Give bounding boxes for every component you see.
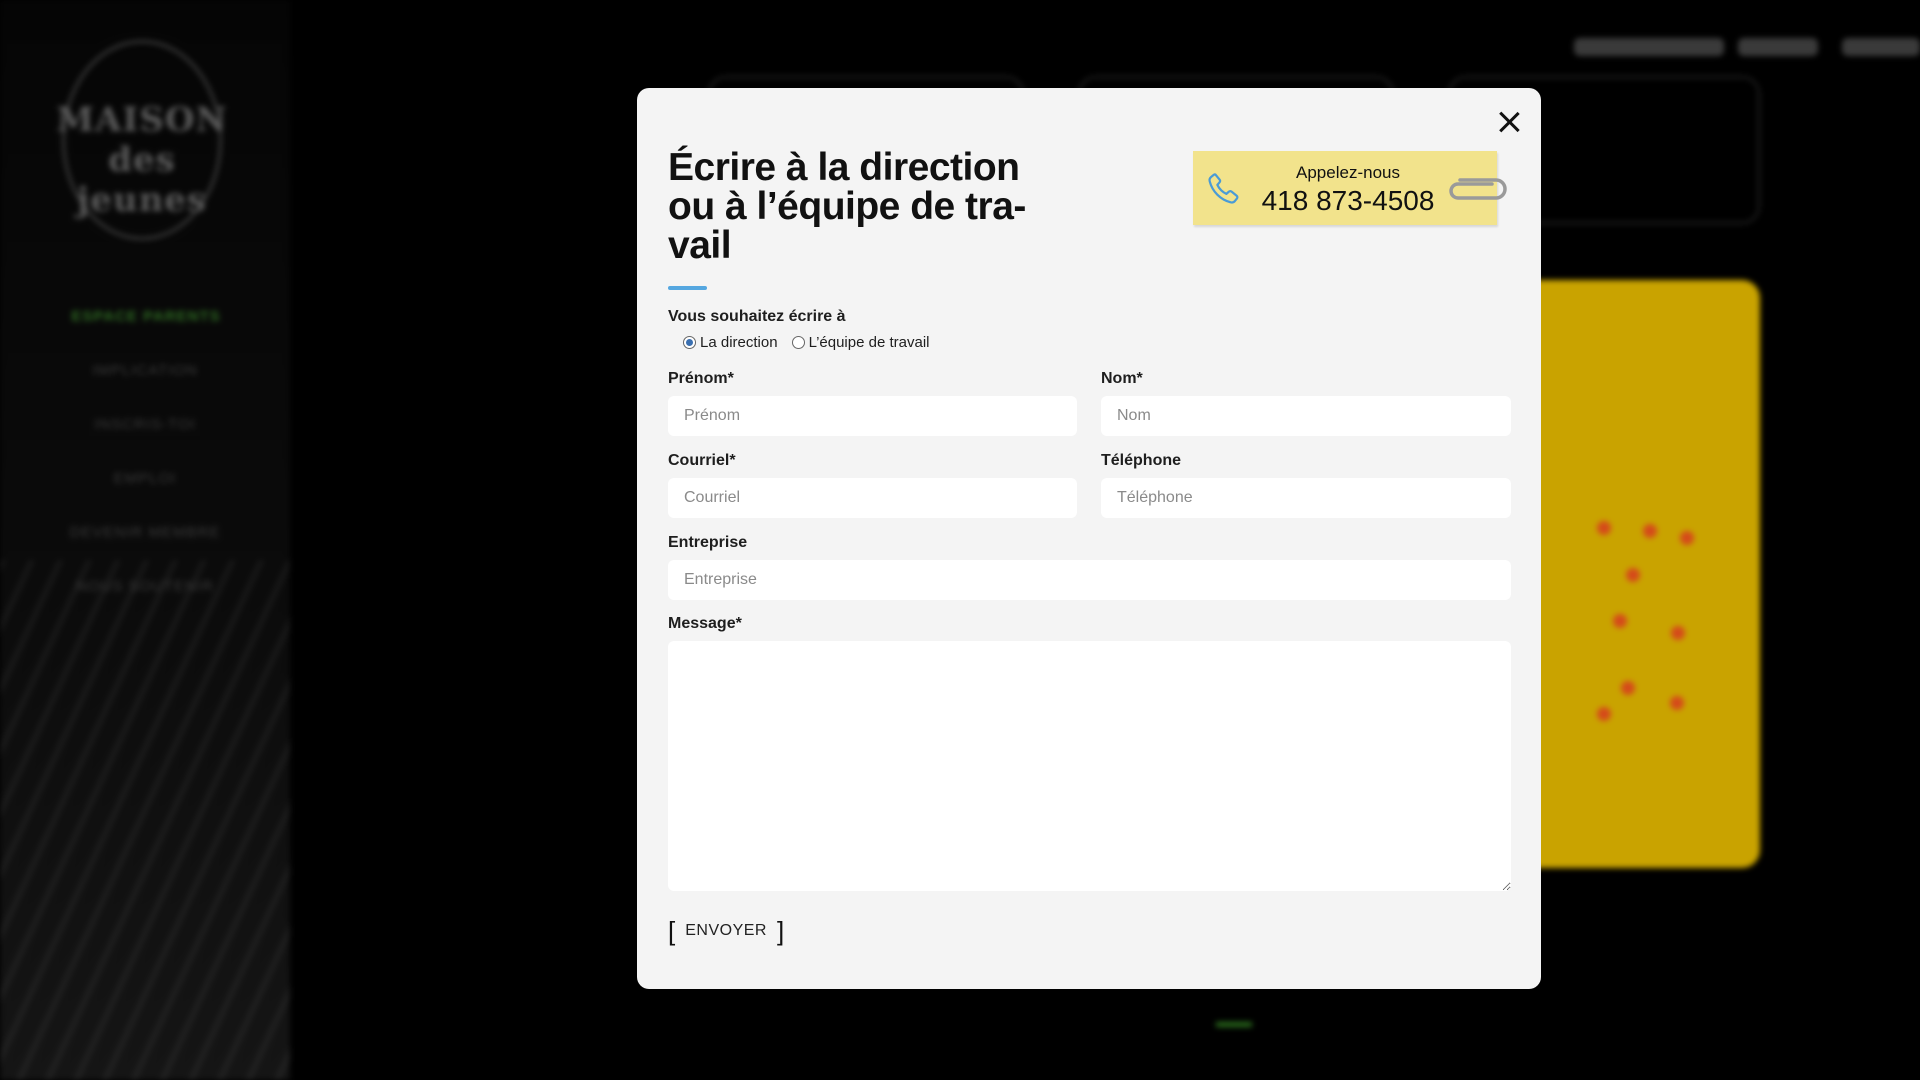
radio-label: La direction xyxy=(700,333,778,351)
phone-input[interactable] xyxy=(1101,478,1511,518)
radio-button[interactable] xyxy=(683,335,696,349)
top-link[interactable] xyxy=(1574,38,1724,56)
last-name-label: Nom* xyxy=(1101,370,1143,387)
phone-label: Appelez-nous xyxy=(1296,163,1400,182)
map-dot xyxy=(1670,696,1684,710)
sidebar-item[interactable]: EMPLOI xyxy=(0,470,290,524)
phone-icon xyxy=(1208,173,1239,204)
close-icon[interactable] xyxy=(1493,106,1525,138)
title-accent-bar xyxy=(668,286,707,290)
sidebar-nav: IMPLICATION INSCRIS-TOI EMPLOI DEVENIR M… xyxy=(0,362,290,632)
map-dot xyxy=(1621,681,1635,695)
recipient-label: Vous souhaitez écrire à xyxy=(668,308,846,325)
sidebar-item[interactable]: NOUS SOUTENIR xyxy=(0,578,290,632)
first-name-label: Prénom* xyxy=(668,370,734,387)
phone-field-label: Téléphone xyxy=(1101,452,1182,469)
bracket-left-icon: [ xyxy=(668,916,676,946)
email-input[interactable] xyxy=(668,478,1077,518)
top-link[interactable] xyxy=(1738,38,1818,56)
sidebar-item[interactable]: DEVENIR MEMBRE xyxy=(0,524,290,578)
paperclip-icon xyxy=(1449,178,1507,200)
bracket-right-icon: ] xyxy=(776,916,785,946)
recipient-radio-group: La direction L’équipe de travail xyxy=(683,332,944,352)
send-button-label: ENVOYER xyxy=(685,922,767,939)
company-input[interactable] xyxy=(668,560,1511,600)
sidebar-item[interactable]: INSCRIS-TOI xyxy=(0,416,290,470)
sidebar-item[interactable]: IMPLICATION xyxy=(0,362,290,416)
map-dot xyxy=(1643,524,1657,538)
company-label: Entreprise xyxy=(668,534,748,551)
top-links xyxy=(1560,38,1920,60)
sidebar-pattern xyxy=(0,560,290,1080)
map-dot xyxy=(1597,521,1611,535)
map-dot xyxy=(1597,707,1611,721)
phone-number[interactable]: 418 873-4508 xyxy=(1253,185,1443,217)
radio-label: L’équipe de travail xyxy=(808,333,930,351)
map-dot xyxy=(1680,531,1694,545)
top-link[interactable] xyxy=(1842,38,1920,56)
modal-title: Écrire à la direction ou à l’équipe de t… xyxy=(668,146,1026,267)
email-label: Courriel* xyxy=(668,452,736,469)
logo-text: MAISON des jeunes xyxy=(56,100,228,220)
map-dot xyxy=(1613,614,1627,628)
nav-parents-link[interactable]: ESPACE PARENTS xyxy=(28,308,264,330)
message-label: Message* xyxy=(668,615,742,632)
radio-button[interactable] xyxy=(791,335,805,349)
radio-team[interactable]: L’équipe de travail xyxy=(791,333,930,351)
contact-modal: Écrire à la direction ou à l’équipe de t… xyxy=(637,88,1541,989)
first-name-input[interactable] xyxy=(668,396,1077,436)
message-textarea[interactable] xyxy=(668,641,1511,891)
site-logo[interactable]: MAISON des jeunes xyxy=(56,40,227,240)
radio-direction[interactable]: La direction xyxy=(683,334,778,351)
map-dot xyxy=(1626,568,1640,582)
heading-underline xyxy=(1216,1022,1252,1027)
map-dot xyxy=(1671,626,1685,640)
last-name-input[interactable] xyxy=(1101,396,1511,436)
send-button[interactable]: [ ENVOYER ] xyxy=(668,916,785,946)
